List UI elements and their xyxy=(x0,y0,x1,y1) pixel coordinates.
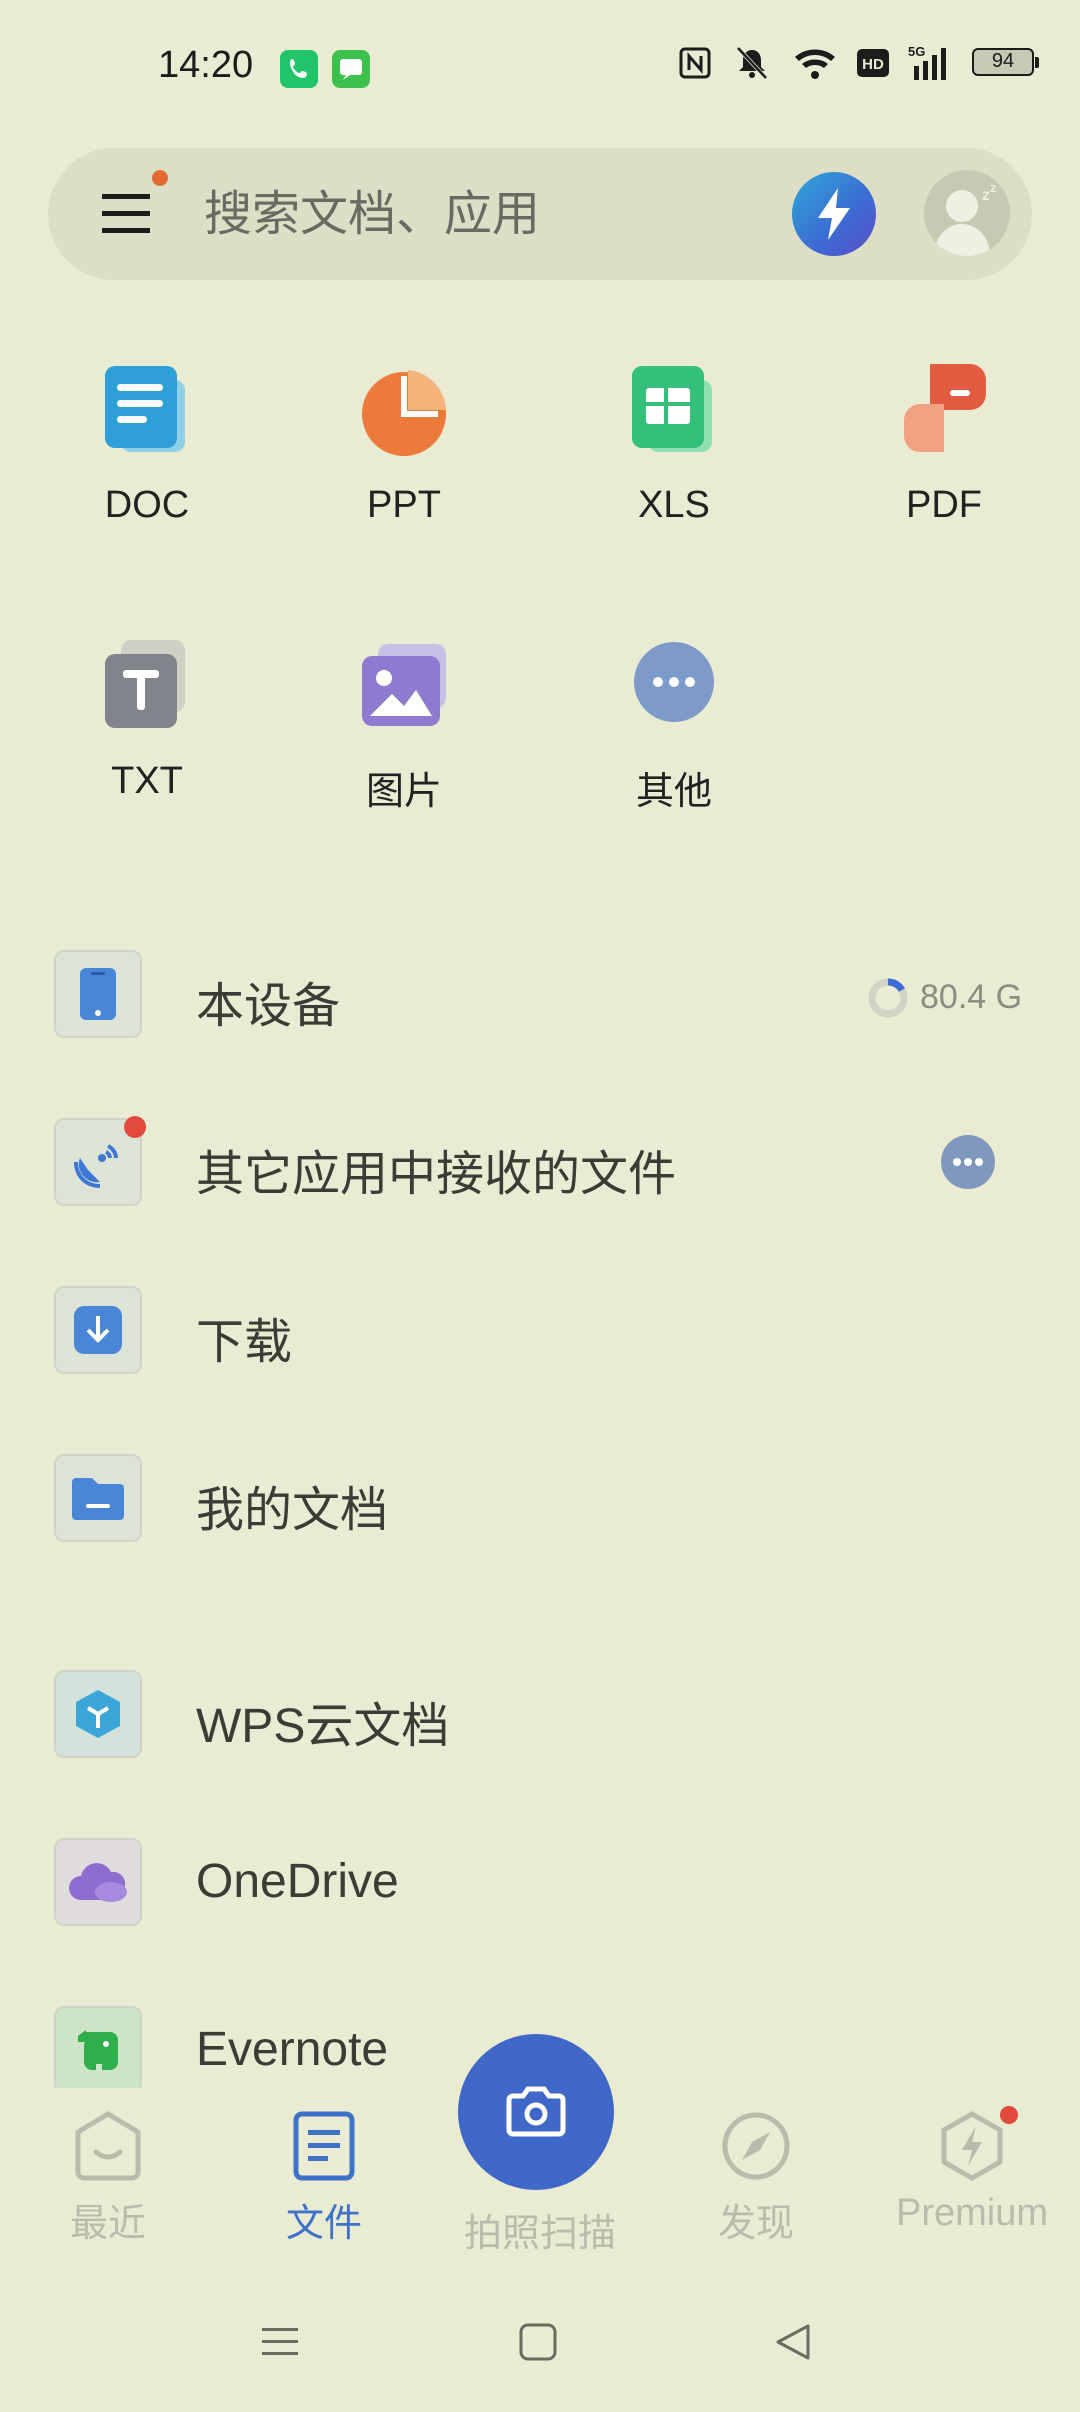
type-image[interactable]: 图片 xyxy=(304,636,504,815)
mute-icon xyxy=(736,46,768,80)
pdf-icon xyxy=(894,360,994,460)
files-icon xyxy=(288,2110,360,2182)
camera-scan-label: 拍照扫描 xyxy=(463,2211,616,2255)
type-label: PDF xyxy=(906,484,982,526)
tab-discover[interactable]: 发现 xyxy=(648,2110,864,2247)
signal-icon: 5G xyxy=(908,44,946,80)
compass-icon xyxy=(720,2110,792,2182)
nav-label: 文件 xyxy=(285,2201,362,2245)
svg-text:z: z xyxy=(990,180,997,195)
storage-size: 80.4 G xyxy=(920,978,1023,1016)
search-bar[interactable]: zz xyxy=(48,148,1032,280)
nav-label: 最近 xyxy=(69,2201,146,2245)
menu-notification-dot xyxy=(152,170,168,186)
svg-text:z: z xyxy=(982,187,990,204)
row-label: 其它应用中接收的文件 xyxy=(196,1146,677,1202)
nfc-icon xyxy=(679,47,711,79)
more-options-icon[interactable] xyxy=(940,1134,996,1194)
lightning-icon xyxy=(818,188,850,240)
list-item-received-files[interactable]: 其它应用中接收的文件 xyxy=(0,1104,1080,1224)
tab-premium[interactable]: Premium xyxy=(864,2106,1080,2235)
back-triangle-icon[interactable] xyxy=(772,2320,816,2368)
row-label: WPS云文档 xyxy=(196,1700,450,1753)
lightning-button[interactable] xyxy=(792,172,876,256)
type-ppt[interactable]: PPT xyxy=(304,360,504,527)
type-doc[interactable]: DOC xyxy=(47,360,247,527)
row-label: 下载 xyxy=(196,1314,293,1370)
onedrive-icon-box xyxy=(54,1838,142,1926)
camera-icon xyxy=(506,2086,566,2137)
elephant-icon xyxy=(78,2030,118,2070)
nav-label: 发现 xyxy=(717,2201,794,2245)
type-label: DOC xyxy=(104,484,190,526)
message-app-icon xyxy=(332,50,370,88)
list-item-this-device[interactable]: 本设备 80.4 G xyxy=(0,936,1080,1056)
status-bar: 14:20 HD 5G 94 xyxy=(0,0,1080,140)
cloud-icon xyxy=(69,1863,127,1902)
cube-icon xyxy=(76,1690,120,1738)
folder-icon xyxy=(72,1478,124,1520)
notification-dot xyxy=(124,1116,146,1138)
premium-icon xyxy=(936,2106,1018,2182)
download-icon-box xyxy=(54,1286,142,1374)
premium-notification-dot xyxy=(1000,2106,1018,2124)
more-icon xyxy=(624,636,724,736)
type-xls[interactable]: XLS xyxy=(574,360,774,527)
recents-menu-icon[interactable] xyxy=(258,2320,302,2368)
type-label: TXT xyxy=(111,760,183,802)
phone-icon-box xyxy=(54,950,142,1038)
camera-scan-button[interactable] xyxy=(458,2034,614,2190)
tab-files[interactable]: 文件 xyxy=(216,2110,432,2247)
image-icon xyxy=(354,636,454,736)
type-label: XLS xyxy=(638,484,710,526)
wifi-icon xyxy=(795,49,835,79)
wps-cloud-icon-box xyxy=(54,1670,142,1758)
type-label: 图片 xyxy=(365,769,442,813)
nav-label: Premium xyxy=(895,2192,1049,2234)
system-nav-bar xyxy=(0,2300,1080,2412)
home-square-icon[interactable] xyxy=(516,2320,560,2368)
storage-ring-icon xyxy=(866,976,910,1024)
list-item-onedrive[interactable]: OneDrive xyxy=(0,1824,1080,1944)
row-label: 我的文档 xyxy=(196,1482,389,1538)
battery-icon: 94 xyxy=(972,48,1040,78)
list-item-wps-cloud[interactable]: WPS云文档 xyxy=(0,1656,1080,1776)
type-label: 其他 xyxy=(635,769,712,813)
type-txt[interactable]: TXT xyxy=(47,636,247,803)
folder-icon-box xyxy=(54,1454,142,1542)
phone-app-icon xyxy=(280,50,318,88)
type-label: PPT xyxy=(367,484,441,526)
search-input[interactable] xyxy=(204,182,784,246)
phone-icon xyxy=(80,968,116,1020)
network-label: 5G xyxy=(908,44,925,59)
row-label: OneDrive xyxy=(196,1855,399,1908)
status-icons: HD 5G 94 xyxy=(678,44,1040,82)
tab-recent[interactable]: 最近 xyxy=(0,2110,216,2247)
recent-icon xyxy=(72,2110,144,2182)
list-item-my-documents[interactable]: 我的文档 xyxy=(0,1440,1080,1560)
menu-icon[interactable] xyxy=(100,188,152,240)
list-item-downloads[interactable]: 下载 xyxy=(0,1272,1080,1392)
txt-icon xyxy=(97,636,197,736)
doc-icon xyxy=(97,360,197,460)
battery-level: 94 xyxy=(991,50,1015,72)
xls-icon xyxy=(624,360,724,460)
download-icon xyxy=(74,1306,122,1354)
sleeping-avatar-icon: zz xyxy=(934,180,997,256)
svg-text:HD: HD xyxy=(862,56,884,73)
evernote-icon-box xyxy=(54,2006,142,2088)
row-label: 本设备 xyxy=(196,978,341,1034)
ppt-icon xyxy=(354,360,454,460)
status-time: 14:20 xyxy=(158,44,254,86)
avatar[interactable]: zz xyxy=(924,170,1010,256)
row-label: Evernote xyxy=(196,2023,389,2076)
type-other[interactable]: 其他 xyxy=(574,636,774,815)
type-pdf[interactable]: PDF xyxy=(844,360,1044,527)
broadcast-icon xyxy=(74,1144,118,1188)
hd-icon: HD xyxy=(857,49,889,77)
